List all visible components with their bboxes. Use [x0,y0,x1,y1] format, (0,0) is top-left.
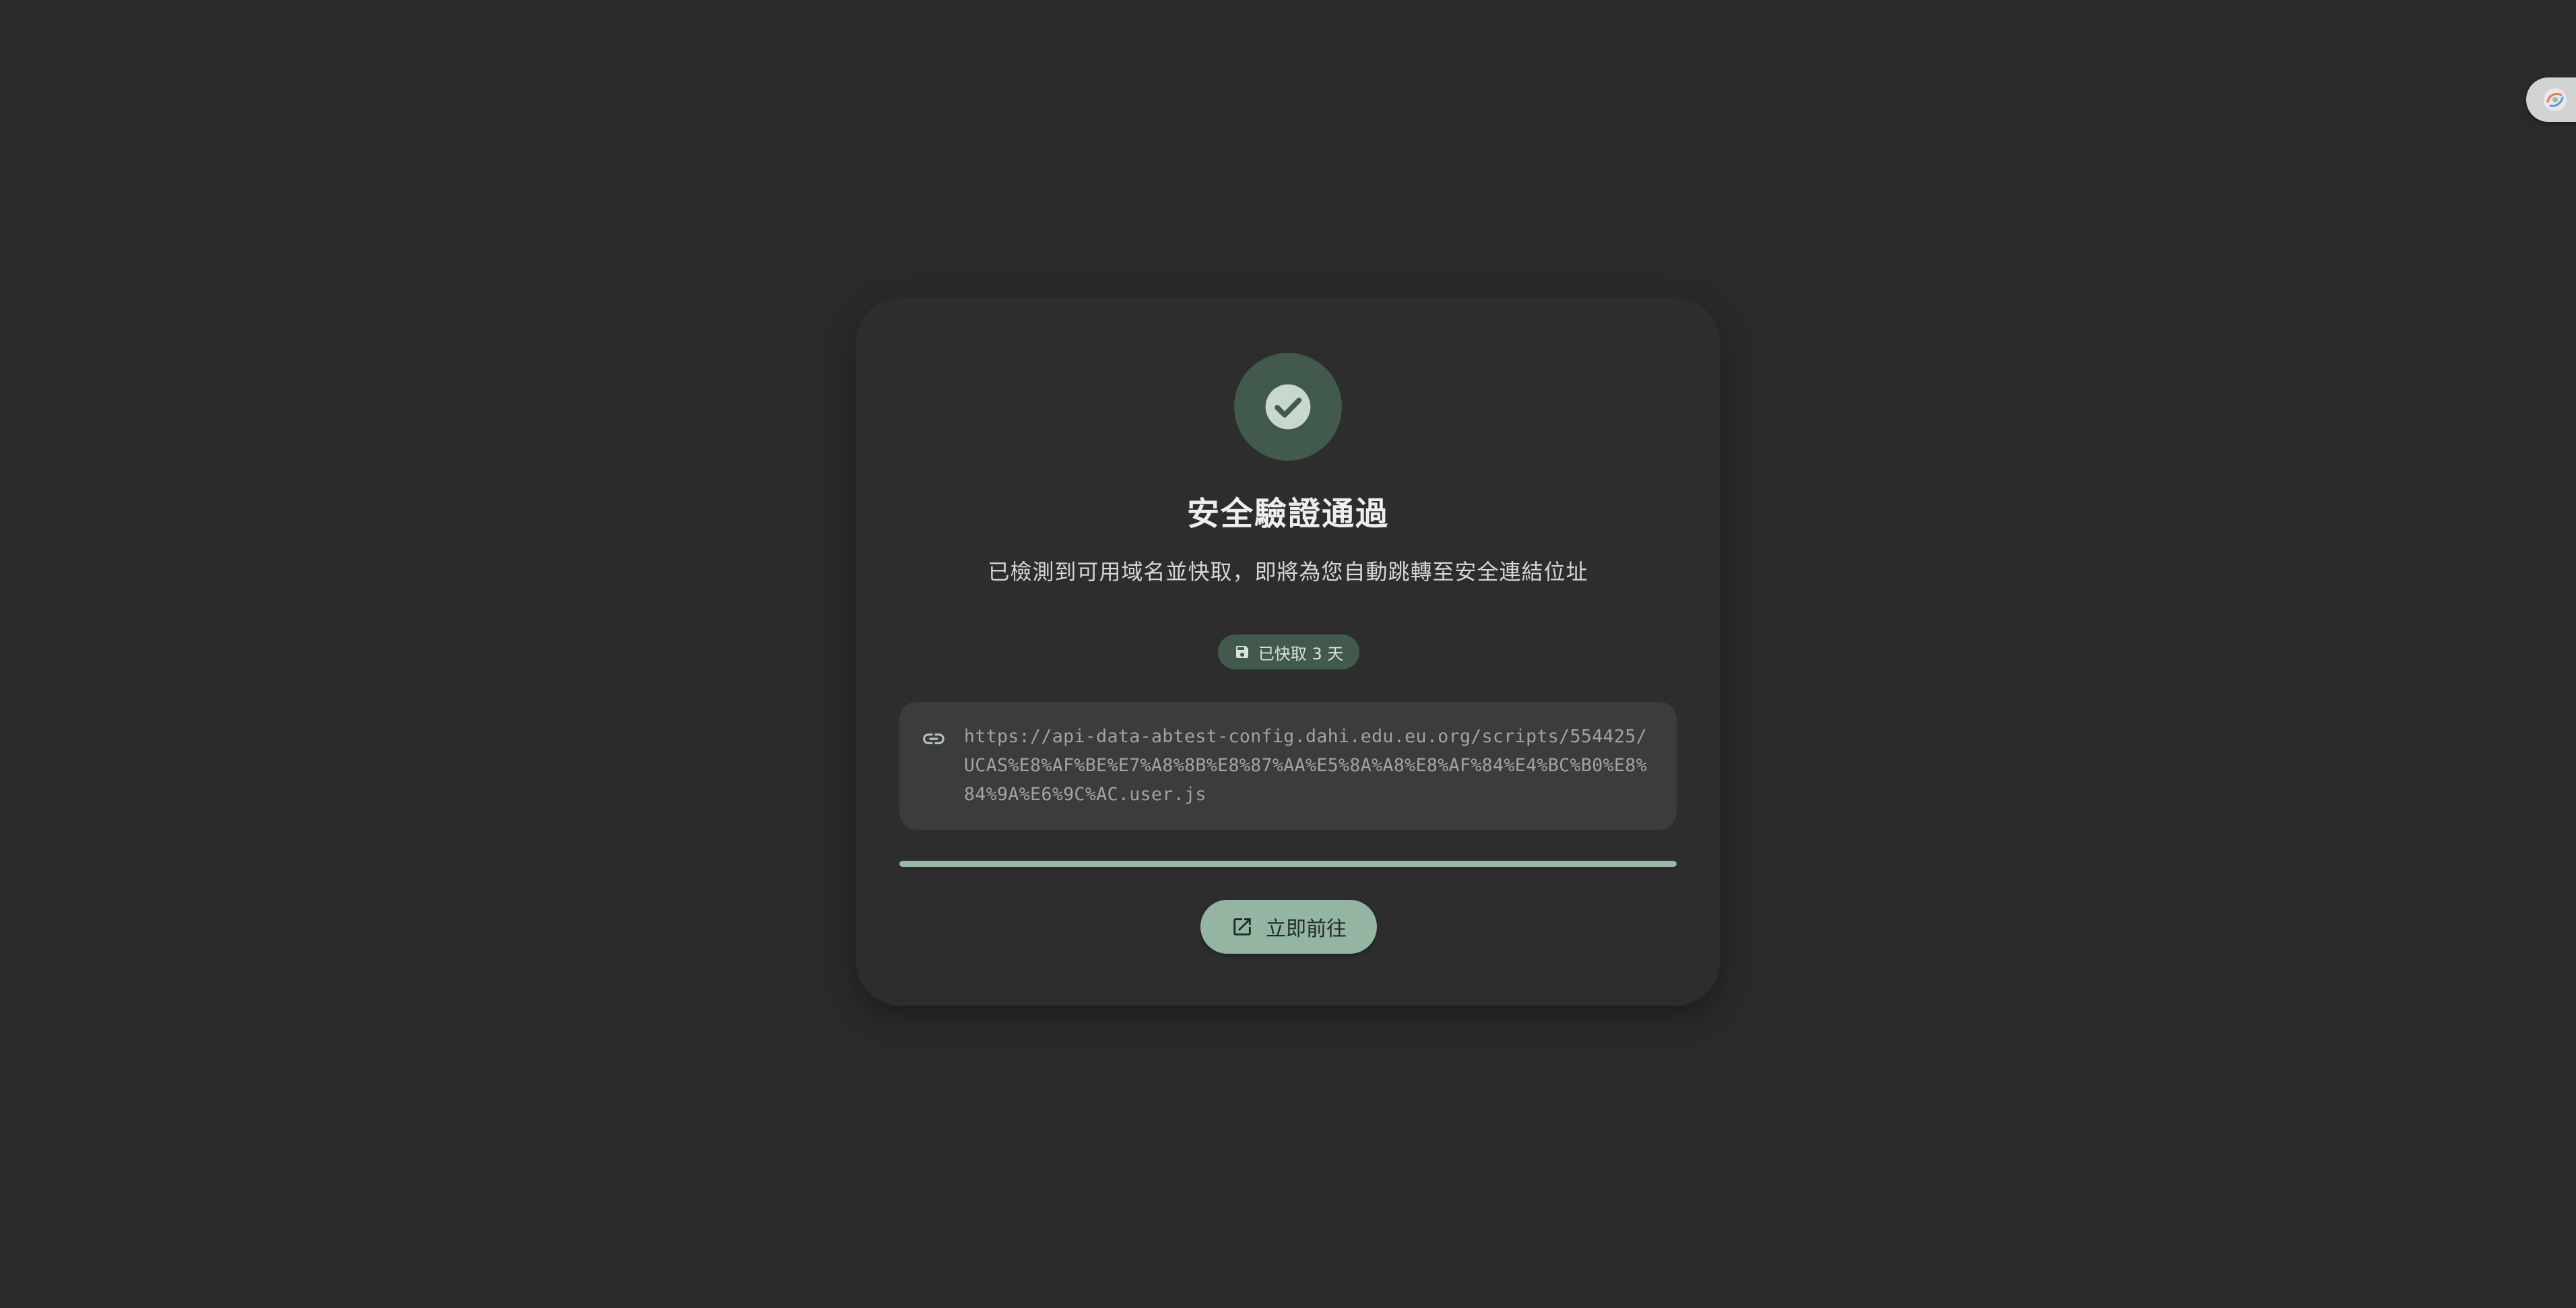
redirect-progress-fill [899,861,1677,867]
extension-logo-icon [2541,86,2569,114]
cache-badge: 已快取 3 天 [1218,634,1359,669]
open-in-new-icon [1231,915,1254,938]
page-background: 安全驗證通過 已檢測到可用域名並快取，即將為您自動跳轉至安全連結位址 已快取 3… [0,0,2576,1308]
go-now-button[interactable]: 立即前往 [1200,900,1377,954]
target-url-box: https://api-data-abtest-config.dahi.edu.… [899,702,1677,830]
status-indicator [1234,353,1342,461]
page-title: 安全驗證通過 [1186,495,1389,533]
check-circle-icon [1261,380,1315,434]
redirect-progress-bar [899,861,1677,867]
cache-badge-label: 已快取 3 天 [1258,644,1344,663]
save-icon [1234,644,1250,660]
verification-card: 安全驗證通過 已檢測到可用域名並快取，即將為您自動跳轉至安全連結位址 已快取 3… [856,298,1720,1006]
side-floating-widget[interactable] [2526,77,2576,122]
link-icon [921,726,946,752]
go-now-label: 立即前往 [1266,917,1347,941]
page-subtitle: 已檢測到可用域名並快取，即將為您自動跳轉至安全連結位址 [988,559,1588,585]
target-url-text: https://api-data-abtest-config.dahi.edu.… [964,726,1647,805]
